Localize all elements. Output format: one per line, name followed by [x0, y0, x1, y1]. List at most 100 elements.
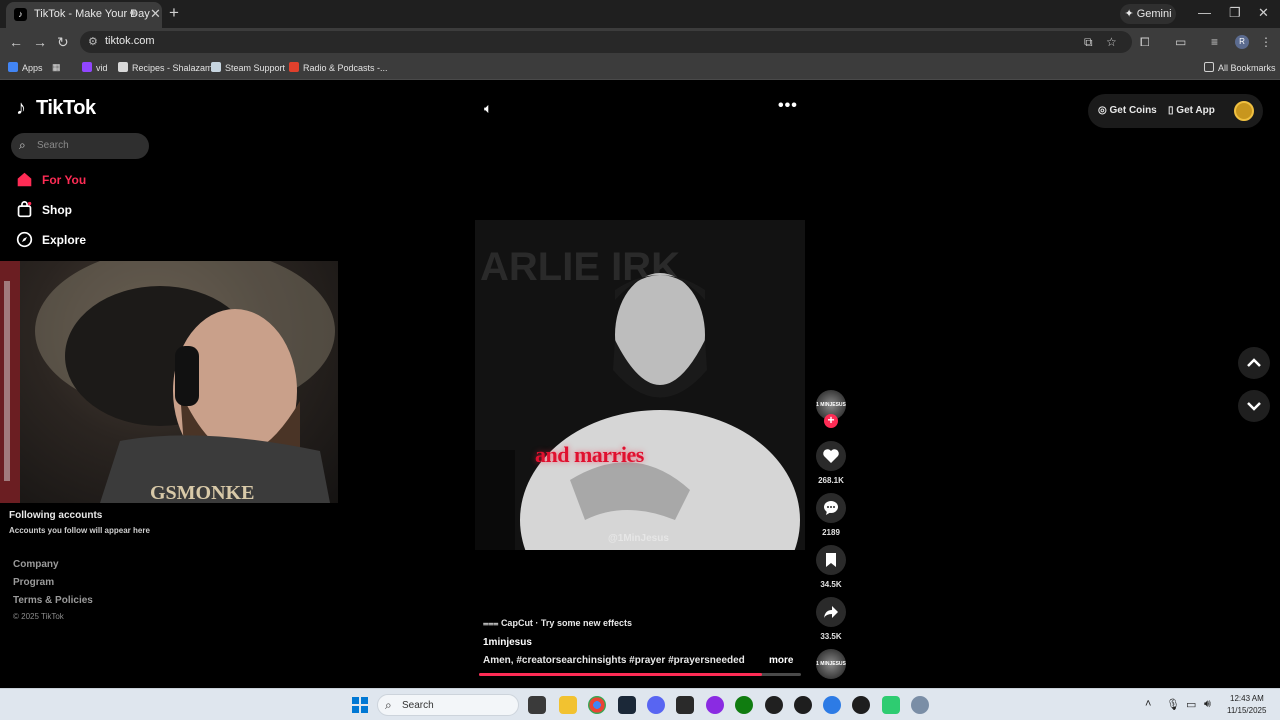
profile-avatar[interactable]: R — [1235, 35, 1249, 49]
side-panel-icon[interactable]: ▭ — [1175, 35, 1186, 49]
chrome-icon[interactable] — [588, 696, 606, 714]
video-progress-fill — [479, 673, 763, 676]
browser-toolbar: ← → ↻ ⚙ tiktok.com ⧉ ☆ ⧠ ▭ ≡ ⋮ — [0, 28, 1280, 56]
twitch-icon — [82, 62, 92, 72]
browser-tab[interactable]: ♪ TikTok - Make Your Day 🔊︎ ✕ — [6, 2, 162, 28]
window-close-icon[interactable]: ✕ — [1258, 5, 1269, 21]
comment-button[interactable] — [816, 493, 846, 523]
bookmark-vid[interactable]: vid — [82, 62, 108, 73]
taskbar-search[interactable]: ⌕ Search — [377, 694, 519, 716]
share-count: 33.5K — [820, 632, 842, 641]
video-author[interactable]: 1minjesus — [483, 637, 532, 648]
shopping-bag-icon — [17, 201, 32, 218]
app-shield-icon[interactable] — [765, 696, 783, 714]
discord-icon[interactable] — [647, 696, 665, 714]
address-bar[interactable]: ⚙ tiktok.com — [80, 31, 1132, 53]
file-explorer-icon[interactable] — [559, 696, 577, 714]
network-icon[interactable]: ▭ — [1186, 698, 1196, 711]
next-video-button[interactable] — [1238, 390, 1270, 422]
steam-app-icon[interactable] — [618, 696, 636, 714]
save-button[interactable] — [816, 545, 846, 575]
save-count: 34.5K — [820, 580, 842, 589]
user-avatar[interactable] — [1234, 101, 1254, 121]
webcam-person-image: GSMONKE — [0, 261, 335, 503]
get-coins-button[interactable]: ◎ Get Coins — [1098, 105, 1157, 116]
footer-terms-link[interactable]: Terms & Policies — [13, 595, 93, 606]
video-caption-overlay: and marries — [535, 442, 644, 467]
phone-icon: ▯ — [1168, 105, 1174, 116]
footer-program-link[interactable]: Program — [13, 577, 54, 588]
search-input[interactable]: ⌕ Search — [11, 133, 149, 159]
capcut-promo-link[interactable]: ⩶ CapCut · Try some new effects — [483, 618, 632, 629]
tiktok-logo[interactable]: ♪ TikTok — [16, 97, 96, 120]
xbox-icon[interactable] — [735, 696, 753, 714]
browser-tab-strip: ♪ TikTok - Make Your Day 🔊︎ ✕ + ✦ Gemini… — [0, 0, 1280, 28]
app-g-alt-icon[interactable] — [852, 696, 870, 714]
comment-icon — [824, 501, 838, 515]
app-edit-icon[interactable] — [823, 696, 841, 714]
clock-date[interactable]: 11/15/2025 — [1227, 706, 1266, 715]
microphone-icon[interactable]: 🎙︎ — [1166, 698, 1180, 711]
share-button[interactable] — [816, 597, 846, 627]
get-app-button[interactable]: ▯ Get App — [1168, 105, 1215, 116]
volume-icon[interactable]: 🔈︎ — [484, 100, 492, 117]
bookmark-steam-support[interactable]: Steam Support — [211, 62, 285, 73]
tab-audio-icon[interactable]: 🔊︎ — [130, 7, 137, 20]
description-more-button[interactable]: more — [769, 655, 793, 666]
compass-icon — [16, 231, 33, 248]
video-player[interactable]: ARLIE IRK and marries @1MinJesus — [475, 220, 805, 550]
following-accounts-title: Following accounts — [9, 510, 103, 521]
next-creator-avatar[interactable]: 1 MINJESUS — [816, 649, 846, 679]
bookmark-star-icon[interactable]: ☆ — [1106, 35, 1117, 49]
bookmark-radio[interactable]: Radio & Podcasts -... — [289, 62, 388, 73]
tiktok-note-icon: ♪ — [16, 97, 26, 119]
url-text: tiktok.com — [105, 35, 155, 47]
reload-icon[interactable]: ↻ — [57, 34, 69, 51]
apps-grid-icon — [8, 62, 18, 72]
windows-start-icon[interactable] — [352, 697, 368, 713]
like-button[interactable] — [816, 441, 846, 471]
all-bookmarks[interactable]: All Bookmarks — [1204, 62, 1276, 73]
install-app-icon[interactable]: ⧉ — [1084, 35, 1093, 50]
app-green-icon[interactable] — [882, 696, 900, 714]
bookmark-apps[interactable]: Apps — [8, 62, 43, 73]
follow-plus-icon[interactable]: + — [824, 414, 838, 428]
top-right-actions: ◎ Get Coins ▯ Get App — [1088, 94, 1263, 128]
back-icon[interactable]: ← — [9, 34, 23, 50]
speaker-icon[interactable]: 🔊︎ — [1204, 698, 1211, 711]
task-view-icon[interactable] — [528, 696, 546, 714]
search-placeholder: Search — [37, 140, 69, 151]
media-controls-icon[interactable]: ≡ — [1211, 35, 1218, 49]
extensions-icon[interactable]: ⧠ — [1140, 35, 1150, 50]
svg-text:GSMONKE: GSMONKE — [150, 482, 254, 503]
minimize-icon[interactable]: — — [1198, 5, 1211, 20]
tray-overflow-icon[interactable]: ˄ — [1145, 698, 1151, 710]
chef-hat-icon — [118, 62, 128, 72]
webcam-overlay: GSMONKE — [0, 261, 338, 503]
epic-games-icon[interactable] — [676, 696, 694, 714]
app-g-icon[interactable] — [794, 696, 812, 714]
following-accounts-subtitle: Accounts you follow will appear here — [9, 526, 150, 535]
folder-icon — [1204, 62, 1214, 72]
footer-company-link[interactable]: Company — [13, 559, 59, 570]
bookmark-icon — [826, 553, 836, 567]
search-icon: ⌕ — [19, 138, 26, 152]
clock-time[interactable]: 12:43 AM — [1230, 694, 1264, 703]
bookmark-recipes[interactable]: Recipes - Shalazam — [118, 62, 213, 73]
obs-icon[interactable] — [706, 696, 724, 714]
tiktok-page: ♪ TikTok ⌕ Search For You Shop Explore GS… — [0, 81, 1280, 688]
new-tab-icon[interactable]: + — [169, 3, 179, 23]
menu-kebab-icon[interactable]: ⋮ — [1260, 35, 1272, 49]
video-progress-bar[interactable] — [479, 673, 801, 676]
site-info-icon[interactable]: ⚙ — [88, 35, 98, 48]
tab-close-icon[interactable]: ✕ — [150, 6, 161, 22]
coin-icon: ◎ — [1098, 105, 1107, 116]
tiktok-logo-icon: ♪ — [14, 8, 27, 21]
gemini-button[interactable]: ✦ Gemini — [1120, 4, 1176, 24]
settings-gear-icon[interactable] — [911, 696, 929, 714]
previous-video-button[interactable] — [1238, 347, 1270, 379]
tab-groups-icon[interactable]: ▦ — [52, 62, 61, 73]
restore-icon[interactable]: ❐ — [1229, 5, 1241, 21]
forward-icon[interactable]: → — [33, 34, 47, 50]
more-options-icon[interactable]: ••• — [778, 97, 798, 115]
